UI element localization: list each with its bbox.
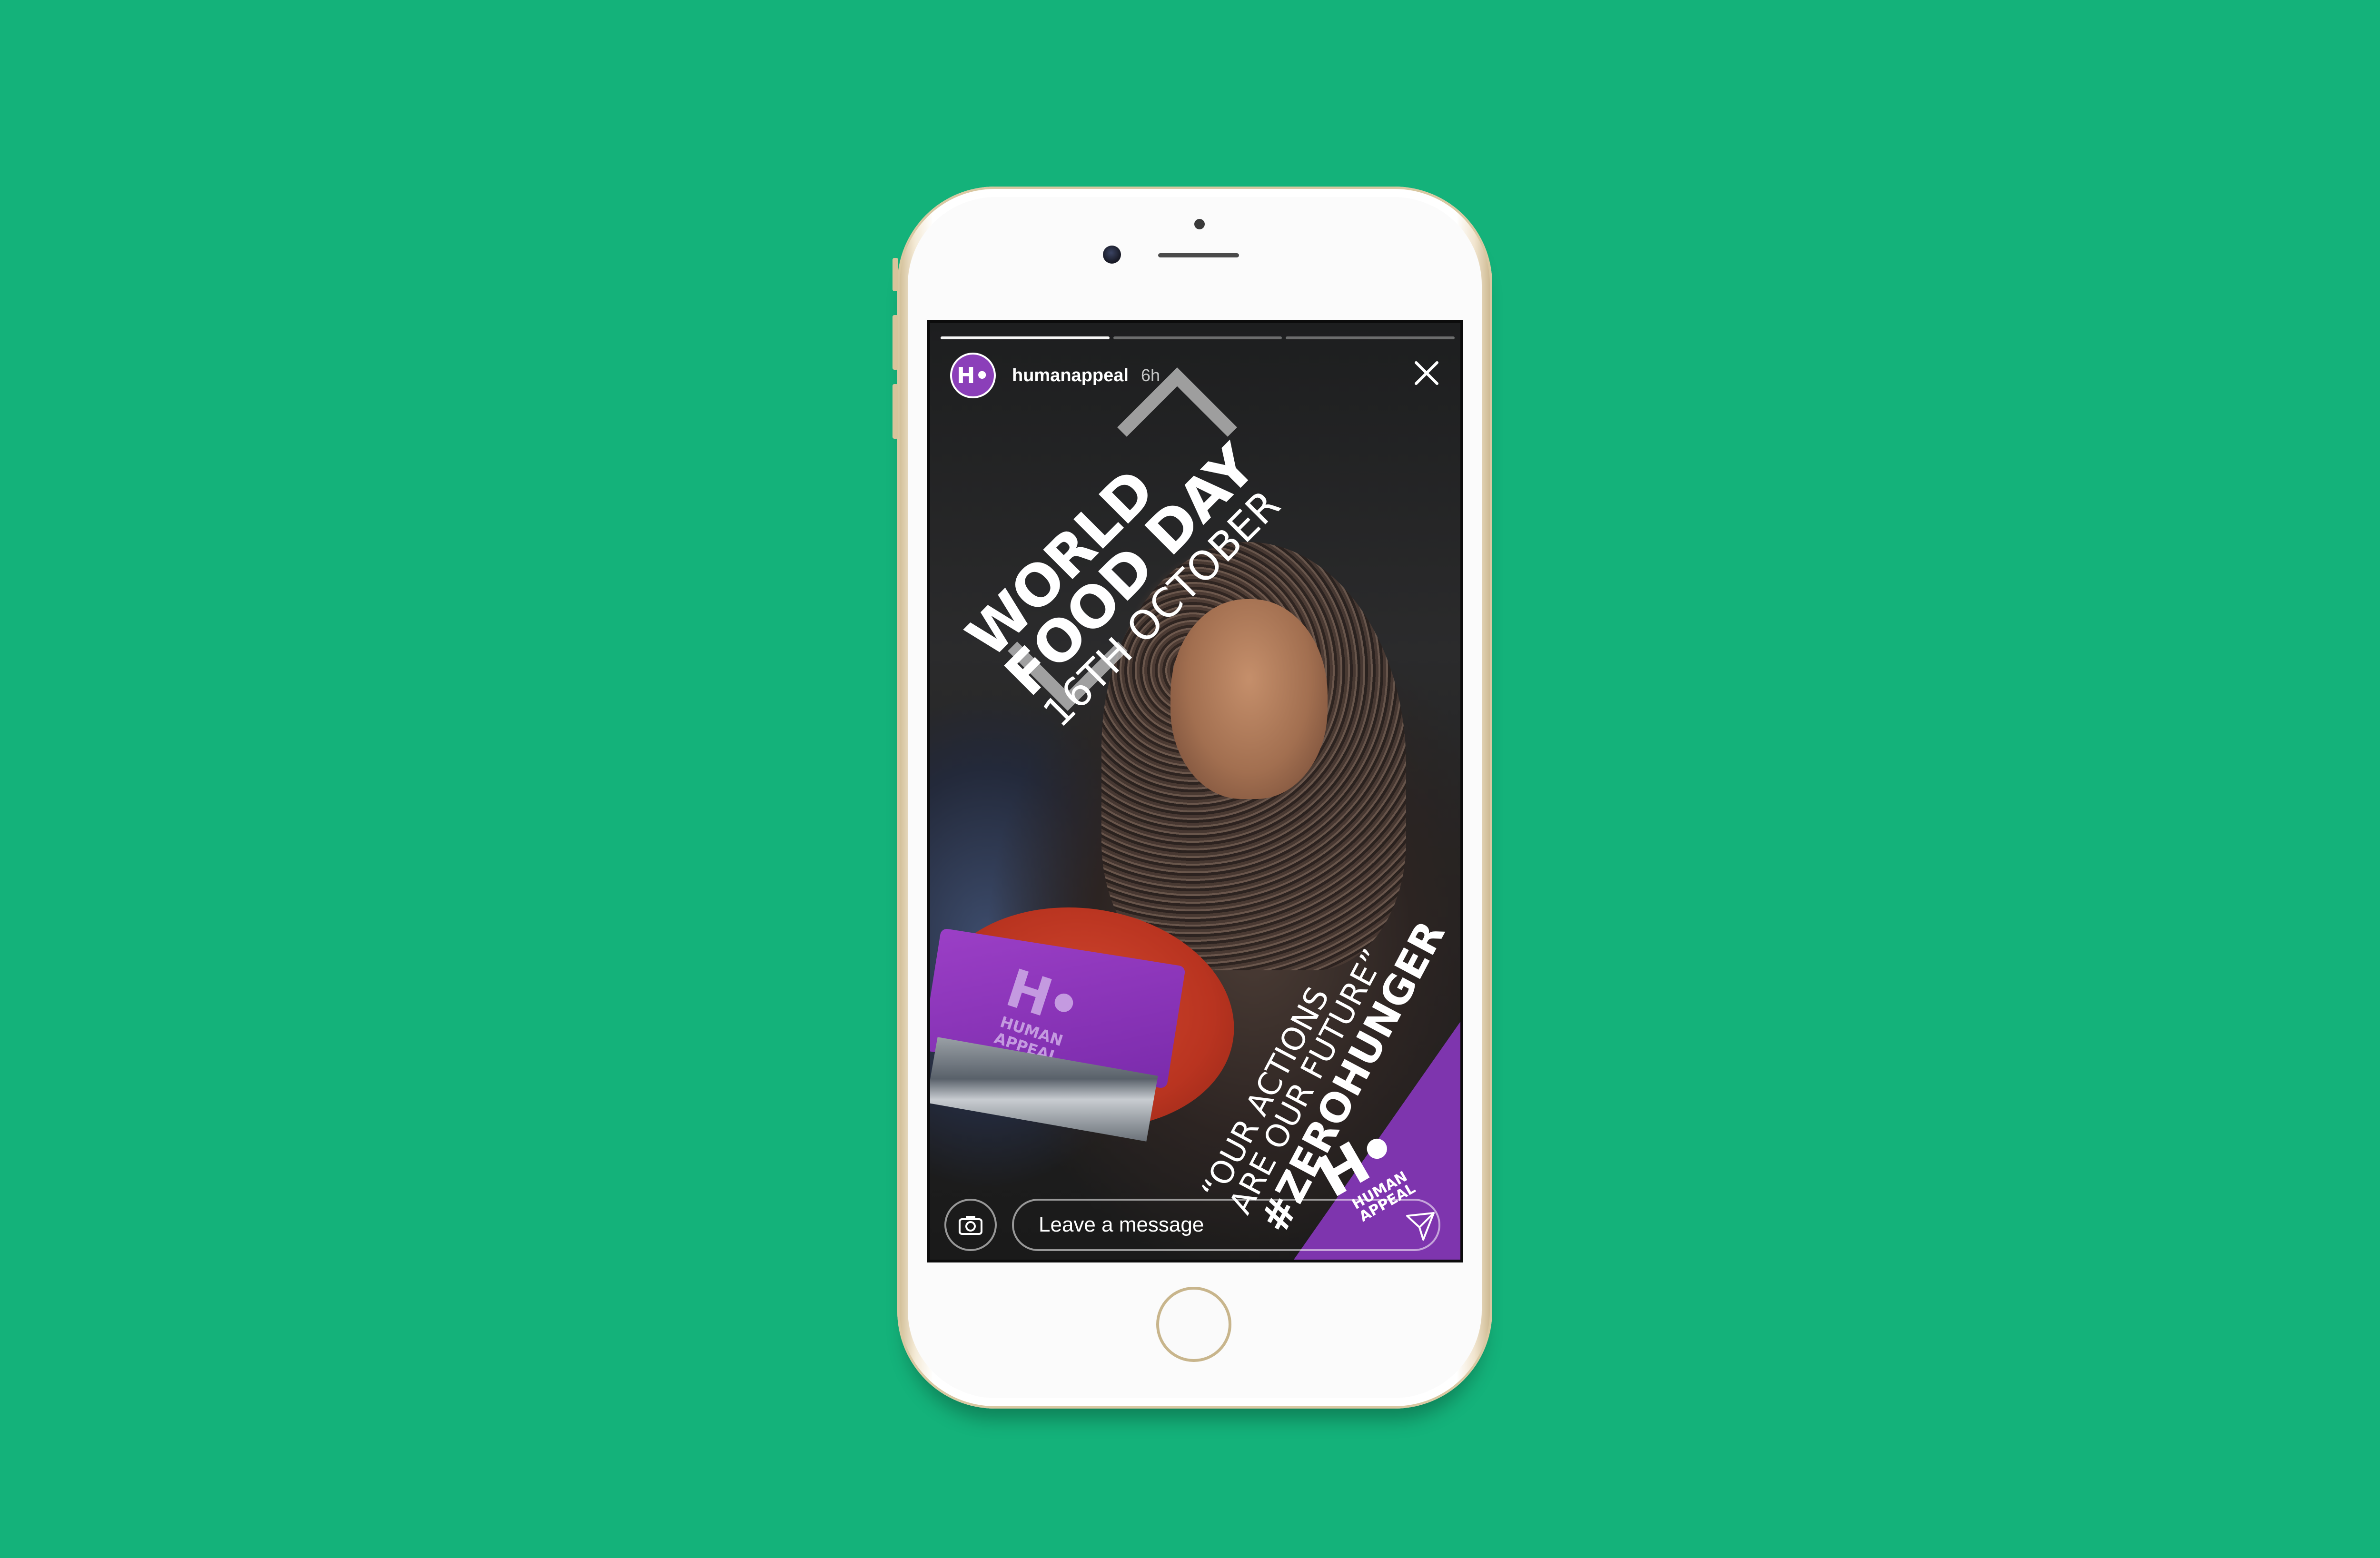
close-button[interactable] [1410,356,1443,390]
photo-face [1170,599,1328,799]
send-icon [1406,1212,1435,1241]
send-button[interactable] [1401,1207,1439,1245]
avatar[interactable]: H• [950,353,996,398]
username[interactable]: humanappeal [1012,365,1129,386]
volume-up-button [892,315,898,370]
story-screen[interactable]: H• HUMAN APPEAL H• humanappeal 6h WORLD … [927,320,1463,1262]
front-camera [1103,246,1121,264]
home-button[interactable] [1156,1287,1231,1362]
message-input[interactable] [1012,1199,1440,1251]
close-icon [1415,361,1438,385]
earpiece-speaker [1158,253,1239,257]
progress-segment [941,336,1110,339]
camera-icon [959,1216,982,1235]
progress-segment [1113,336,1282,339]
progress-segment [1286,336,1455,339]
story-progress [941,336,1455,339]
progress-fill [941,336,1110,339]
time-ago: 6h [1140,365,1160,385]
proximity-sensor [1194,219,1205,229]
mute-switch [892,258,898,291]
camera-button[interactable] [944,1199,997,1251]
story-header: H• humanappeal 6h [950,352,1160,399]
volume-down-button [892,384,898,439]
